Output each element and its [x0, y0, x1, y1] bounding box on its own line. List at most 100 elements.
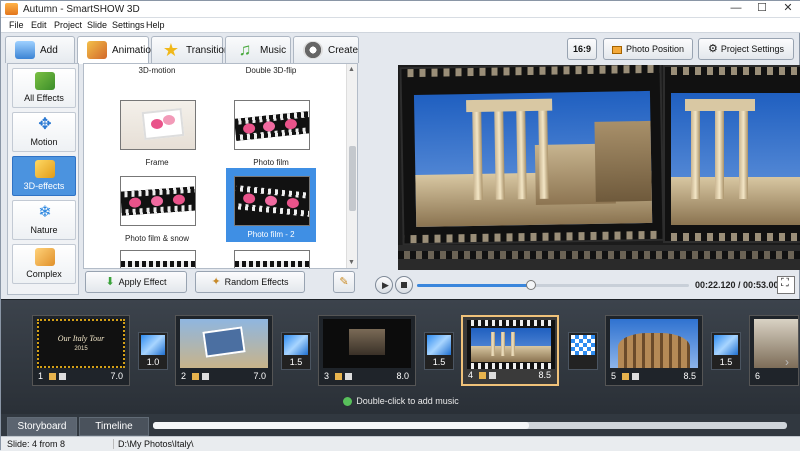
category-nature[interactable]: ❄ Nature — [12, 200, 76, 240]
playback-controls: ▶ 00:22.120 / 00:53.000 ⛶ — [369, 273, 800, 299]
menu-help[interactable]: Help — [146, 20, 165, 30]
effect-photo-film-snow[interactable]: Photo film & snow — [112, 176, 202, 254]
stop-button[interactable] — [395, 276, 413, 294]
slide-image — [467, 320, 555, 369]
effects-scrollbar[interactable]: ▲ ▼ — [346, 64, 357, 268]
tab-storyboard[interactable]: Storyboard — [7, 417, 77, 436]
category-3d-effects[interactable]: 3D-effects — [12, 156, 76, 196]
photo-position-button[interactable]: Photo Position — [603, 38, 693, 60]
slide-preview — [398, 65, 800, 270]
slide-year-text: 2015 — [74, 346, 88, 352]
slide-thumbnail[interactable]: 2 7.0 — [175, 315, 273, 386]
fullscreen-button[interactable]: ⛶ — [777, 276, 795, 294]
category-motion[interactable]: ✥ Motion — [12, 112, 76, 152]
effect-thumbnail — [234, 176, 310, 226]
scrollbar-thumb[interactable] — [153, 422, 529, 429]
slide-thumbnail[interactable]: Our Italy Tour 2015 1 7.0 — [32, 315, 130, 386]
tab-create[interactable]: Create — [293, 36, 359, 63]
slide-thumbnail-selected[interactable]: 4 8.5 — [461, 315, 559, 386]
menu-settings[interactable]: Settings — [112, 20, 145, 30]
close-button[interactable]: ✕ — [775, 1, 800, 17]
menu-edit[interactable]: Edit — [31, 20, 47, 30]
music-track-hint[interactable]: Double-click to add music — [1, 396, 800, 407]
edit-slide-icon[interactable] — [49, 373, 56, 380]
seek-slider[interactable] — [417, 280, 689, 290]
add-photo-icon — [15, 41, 35, 59]
time-readout: 00:22.120 / 00:53.000 — [695, 280, 784, 290]
transition-thumbnail[interactable]: 1.5 — [281, 332, 311, 370]
tab-timeline[interactable]: Timeline — [79, 417, 149, 436]
gear-icon: ⚙ — [708, 43, 718, 55]
seek-handle[interactable] — [526, 280, 537, 290]
effect-3d-motion[interactable]: 3D-motion — [112, 64, 202, 86]
slide-thumbnail[interactable]: 6 — [749, 315, 799, 386]
sound-icon[interactable] — [345, 373, 352, 380]
seek-progress — [417, 284, 532, 287]
sound-icon[interactable] — [632, 373, 639, 380]
slide-duration: 8.5 — [538, 370, 551, 380]
main-tabs: Add Animation ★ Transitions ♫ Music Crea… — [1, 33, 363, 64]
edit-slide-icon[interactable] — [479, 372, 486, 379]
chevron-right-icon[interactable]: › — [785, 355, 789, 369]
play-button[interactable]: ▶ — [375, 276, 393, 294]
sound-icon[interactable] — [489, 372, 496, 379]
scroll-down-icon[interactable]: ▼ — [348, 259, 355, 266]
effect-photo-film-2[interactable]: Photo film - 2 — [226, 168, 316, 242]
tab-animation[interactable]: Animation — [77, 36, 156, 64]
slide-number: 4 — [468, 370, 474, 380]
music-add-icon — [343, 397, 353, 407]
transition-thumbnail[interactable] — [568, 332, 598, 370]
slide-count: Slide: 4 from 8 — [7, 439, 66, 449]
effect-double-3d-flip[interactable]: Double 3D-flip — [226, 64, 316, 86]
effect-frame[interactable]: Frame — [112, 100, 202, 178]
edit-slide-icon[interactable] — [192, 373, 199, 380]
apply-effect-button[interactable]: ⬇ Apply Effect — [85, 271, 187, 293]
scroll-up-icon[interactable]: ▲ — [348, 66, 355, 73]
slide-image: Our Italy Tour 2015 — [37, 319, 125, 368]
project-settings-button[interactable]: ⚙ Project Settings — [698, 38, 794, 60]
menu-slide[interactable]: Slide — [87, 20, 107, 30]
effect-next-1[interactable] — [112, 250, 202, 268]
slide-duration: 8.0 — [396, 371, 409, 381]
roman-forum-photo — [671, 93, 800, 225]
edit-slide-icon[interactable] — [335, 373, 342, 380]
transition-thumbnail[interactable]: 1.5 — [711, 332, 741, 370]
slide-thumbnail[interactable]: 5 8.5 — [605, 315, 703, 386]
transition-thumbnail[interactable]: 1.5 — [424, 332, 454, 370]
storyboard-scrollbar[interactable] — [153, 422, 787, 429]
minimize-button[interactable]: — — [723, 1, 749, 17]
roman-forum-photo — [413, 90, 653, 228]
category-complex[interactable]: Complex — [12, 244, 76, 284]
slide-number: 2 — [181, 371, 187, 381]
slide-thumbnail[interactable]: 3 8.0 — [318, 315, 416, 386]
menu-file[interactable]: File — [9, 20, 24, 30]
view-tabs: Storyboard Timeline — [1, 414, 800, 436]
category-all-effects[interactable]: All Effects — [12, 68, 76, 108]
menu-project[interactable]: Project — [54, 20, 82, 30]
effect-actions: ⬇ Apply Effect ✦ Random Effects ✎ — [83, 271, 358, 295]
folder-path: D:\My Photos\Italy\ — [113, 439, 194, 449]
slide-number: 6 — [755, 371, 761, 381]
effect-next-2[interactable] — [226, 250, 316, 268]
tab-add[interactable]: Add — [5, 36, 75, 63]
snowflake-icon: ❄ — [38, 204, 52, 221]
storyboard: Our Italy Tour 2015 1 7.0 1.0 2 7.0 1.5 … — [1, 299, 800, 414]
edit-slide-icon[interactable] — [622, 373, 629, 380]
sound-icon[interactable] — [202, 373, 209, 380]
film-frame — [399, 65, 665, 246]
magic-wand-icon: ✦ — [211, 276, 221, 288]
tab-music[interactable]: ♫ Music — [225, 36, 291, 63]
film-strip-bottom — [398, 245, 800, 270]
aspect-ratio-button[interactable]: 16:9 — [567, 38, 597, 60]
move-arrows-icon: ✥ — [38, 116, 52, 133]
random-effects-button[interactable]: ✦ Random Effects — [195, 271, 305, 293]
scrollbar-thumb[interactable] — [349, 146, 356, 211]
transition-thumbnail[interactable]: 1.0 — [138, 332, 168, 370]
maximize-button[interactable]: ☐ — [749, 1, 775, 17]
slide-image — [323, 319, 411, 368]
effect-photo-film[interactable]: Photo film — [226, 100, 316, 178]
tab-transitions[interactable]: ★ Transitions — [151, 36, 235, 63]
film-frame — [663, 65, 800, 243]
clear-effect-button[interactable]: ✎ — [333, 271, 355, 293]
sound-icon[interactable] — [59, 373, 66, 380]
